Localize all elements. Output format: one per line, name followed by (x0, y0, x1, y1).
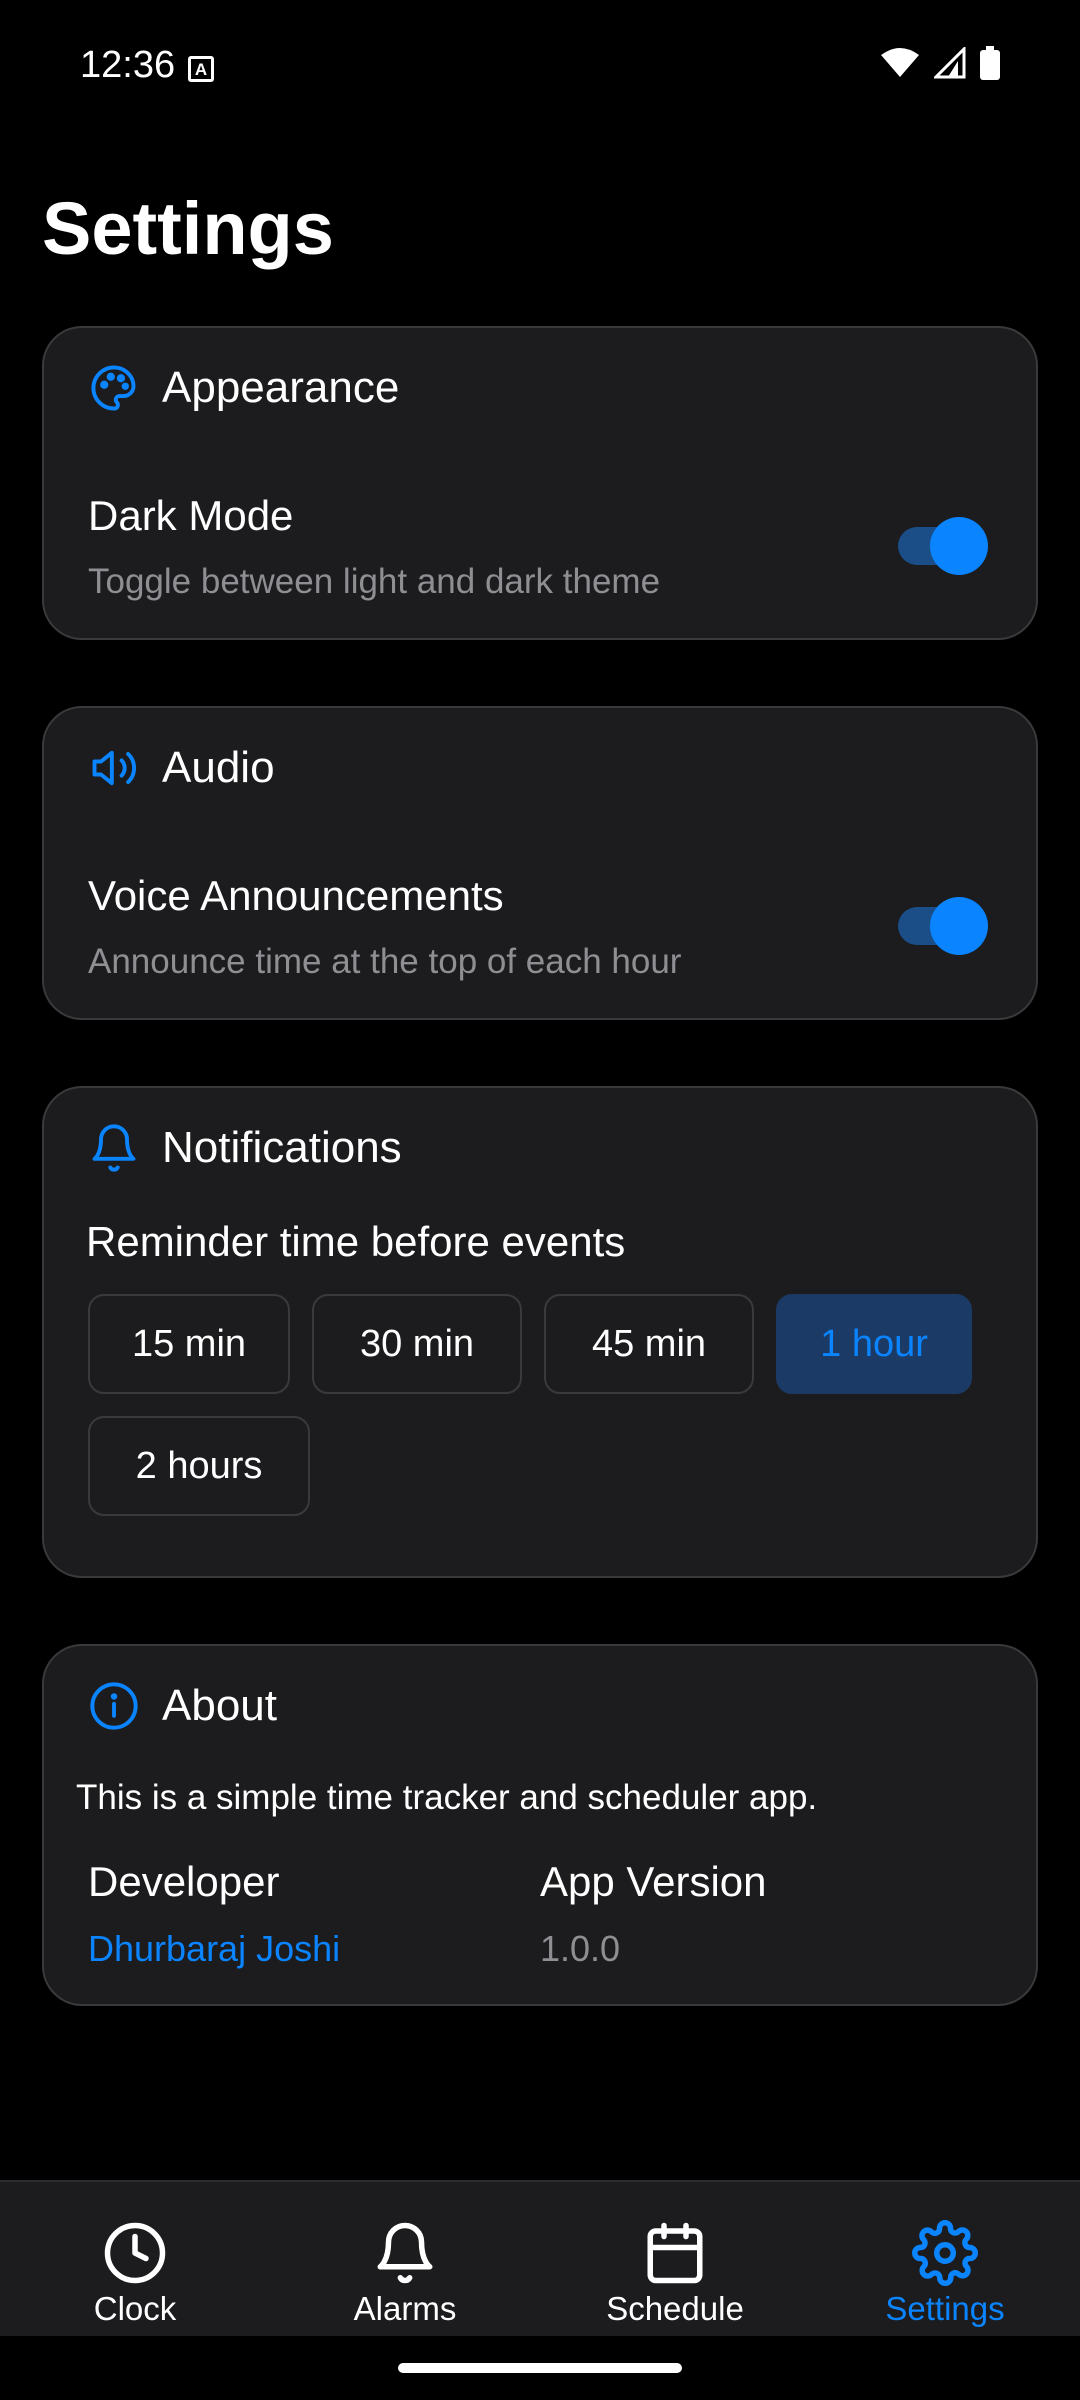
dark-mode-description: Toggle between light and dark theme (88, 562, 661, 601)
signal-icon (934, 47, 966, 79)
about-description: This is a simple time tracker and schedu… (76, 1778, 818, 1817)
voice-announcements-description: Announce time at the top of each hour (88, 942, 682, 981)
audio-card: Audio Voice Announcements Announce time … (42, 706, 1038, 1020)
status-bar: 12:36 A (0, 0, 1080, 136)
nav-label-clock: Clock (93, 2290, 177, 2327)
notifications-card: Notifications Reminder time before event… (42, 1086, 1038, 1578)
reminder-option-1-hour[interactable]: 1 hour (776, 1294, 972, 1394)
appearance-card: Appearance Dark Mode Toggle between ligh… (42, 326, 1038, 640)
toggle-knob (930, 517, 988, 575)
audio-title: Audio (162, 743, 275, 792)
voice-announcements-label: Voice Announcements (88, 872, 504, 919)
info-icon (90, 1682, 138, 1730)
reminder-option-15-min[interactable]: 15 min (88, 1294, 290, 1394)
wifi-icon (881, 48, 919, 77)
notifications-title: Notifications (162, 1123, 402, 1172)
app-version-label: App Version (540, 1858, 767, 1905)
calendar-icon (647, 2222, 703, 2284)
nav-item-alarms[interactable]: Alarms (270, 2182, 540, 2338)
palette-icon (91, 365, 136, 411)
dark-mode-label: Dark Mode (88, 492, 294, 539)
nav-item-schedule[interactable]: Schedule (540, 2182, 810, 2338)
bell-icon (92, 1124, 136, 1172)
status-time: 12:36 (80, 44, 176, 86)
app-version-value: 1.0.0 (540, 1928, 621, 1969)
accessibility-badge-icon: A (188, 56, 214, 82)
nav-item-settings[interactable]: Settings (810, 2182, 1080, 2338)
developer-label: Developer (88, 1858, 280, 1905)
reminder-time-label: Reminder time before events (86, 1218, 626, 1265)
developer-name-link[interactable]: Dhurbaraj Joshi (88, 1928, 340, 1970)
nav-label-schedule: Schedule (606, 2290, 744, 2327)
reminder-option-2-hours[interactable]: 2 hours (88, 1416, 310, 1516)
page-title: Settings (42, 187, 334, 270)
clock-icon (104, 2222, 166, 2284)
speaker-icon (92, 750, 136, 786)
appearance-title: Appearance (162, 363, 400, 412)
bottom-navigation: Clock Alarms Schedule Settings (0, 2180, 1080, 2336)
nav-label-settings: Settings (885, 2290, 1005, 2327)
toggle-knob (930, 897, 988, 955)
battery-icon (980, 46, 1000, 80)
reminder-option-30-min[interactable]: 30 min (312, 1294, 522, 1394)
about-title: About (162, 1681, 277, 1730)
dark-mode-toggle[interactable] (898, 517, 988, 575)
reminder-option-45-min[interactable]: 45 min (544, 1294, 754, 1394)
voice-announcements-toggle[interactable] (898, 897, 988, 955)
about-card: About This is a simple time tracker and … (42, 1644, 1038, 2006)
nav-label-alarms: Alarms (353, 2290, 457, 2327)
bell-icon (377, 2222, 433, 2284)
status-icons (880, 46, 1000, 80)
gear-icon (912, 2220, 978, 2286)
gesture-navigation-bar[interactable] (398, 2363, 682, 2373)
nav-item-clock[interactable]: Clock (0, 2182, 270, 2338)
